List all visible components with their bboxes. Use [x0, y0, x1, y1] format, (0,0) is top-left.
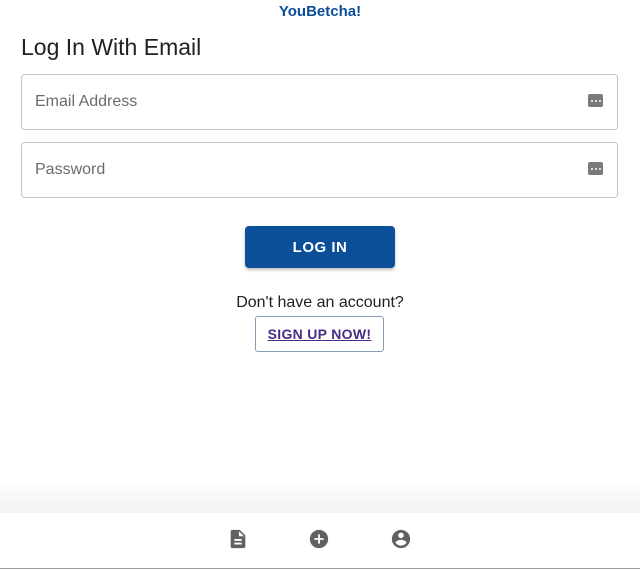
password-field[interactable]: [35, 143, 575, 197]
email-field[interactable]: [35, 75, 575, 129]
password-field-container: [21, 142, 618, 198]
password-manager-icon[interactable]: [588, 162, 603, 175]
nav-bets-button[interactable]: [227, 528, 249, 550]
app-title: YouBetcha!: [278, 3, 362, 20]
nav-shadow: [0, 480, 640, 513]
account-circle-icon: [391, 529, 411, 549]
page-title: Log In With Email: [21, 34, 202, 60]
bottom-nav: [0, 513, 640, 569]
signup-button[interactable]: SIGN UP NOW!: [255, 316, 384, 352]
add-circle-icon: [309, 529, 329, 549]
email-field-container: [21, 74, 618, 130]
nav-profile-button[interactable]: [390, 528, 412, 550]
password-manager-icon[interactable]: [588, 94, 603, 107]
document-icon: [230, 529, 246, 549]
signup-prompt: Don't have an account?: [236, 294, 404, 311]
login-button[interactable]: LOG IN: [245, 226, 395, 268]
nav-create-button[interactable]: [308, 528, 330, 550]
